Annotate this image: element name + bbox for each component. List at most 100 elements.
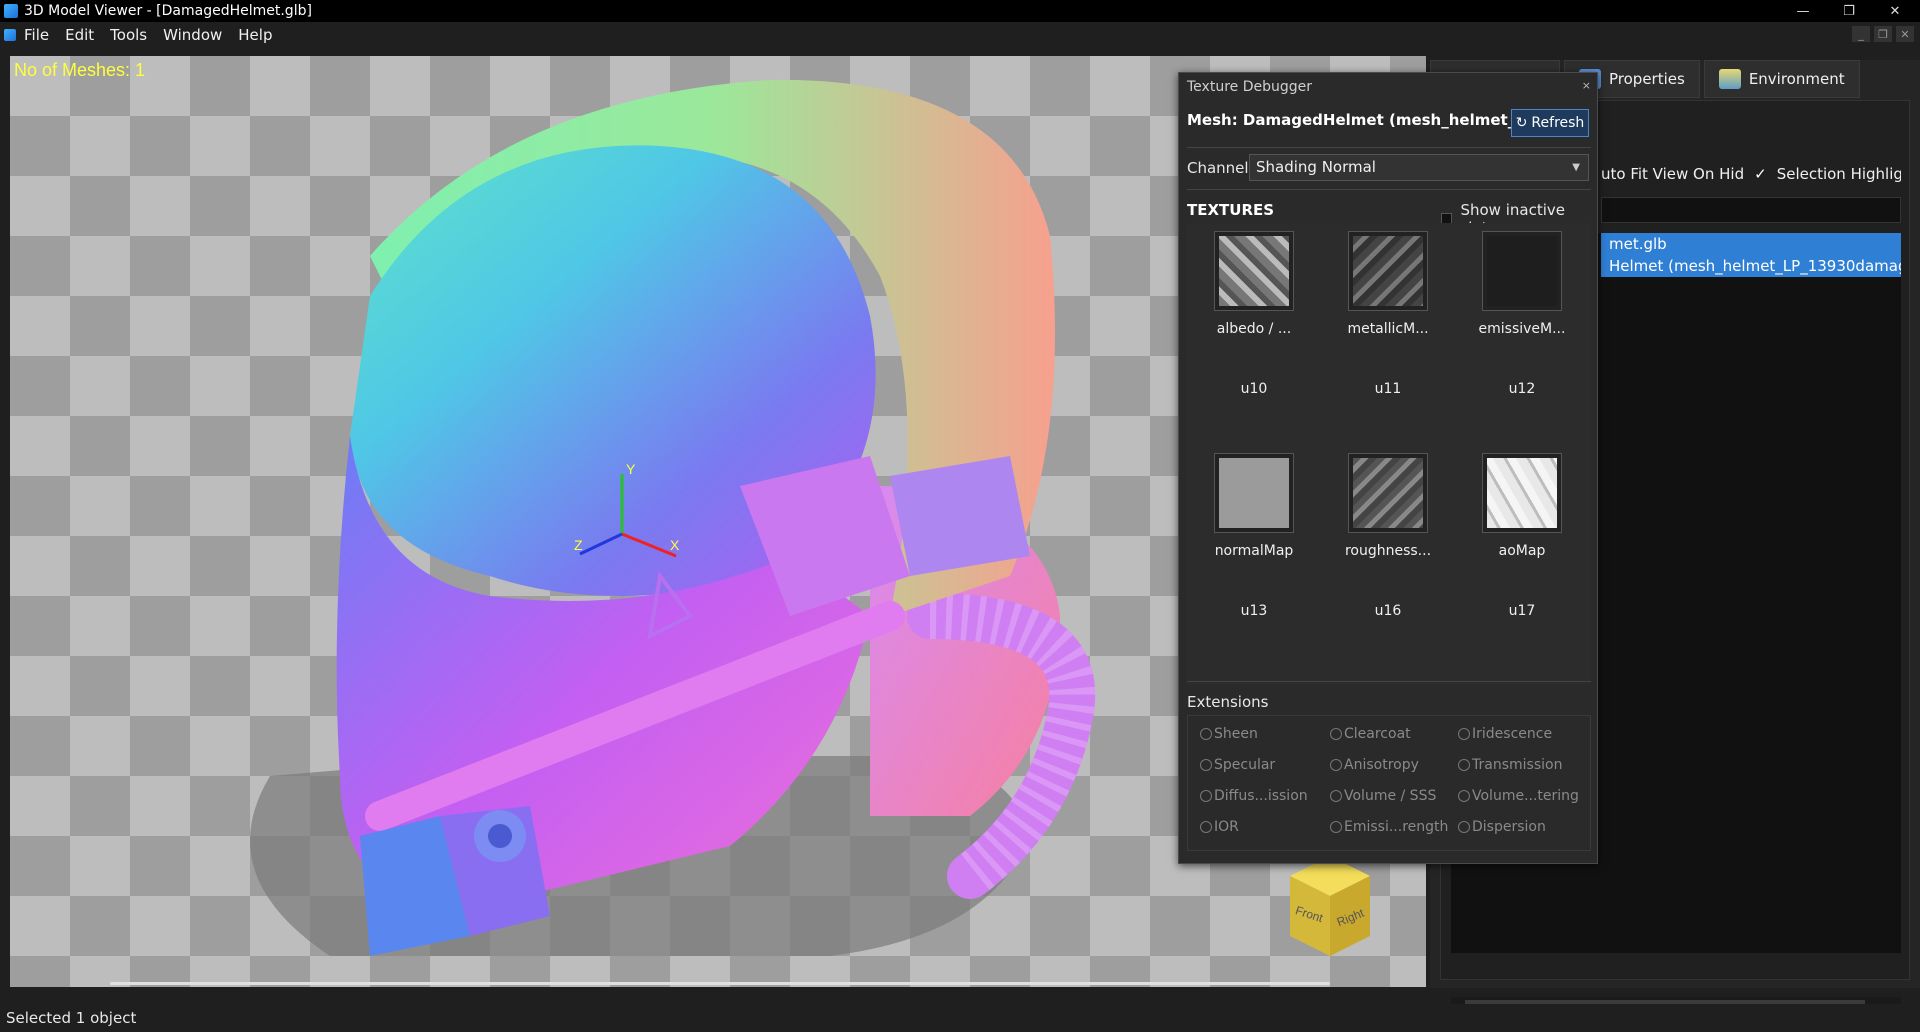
ext-iridescence: Iridescence: [1458, 726, 1552, 742]
menu-help[interactable]: Help: [238, 26, 272, 44]
window-title: 3D Model Viewer - [DamagedHelmet.glb]: [24, 3, 312, 19]
texture-uniform: u16: [1374, 603, 1402, 619]
texture-thumbnail[interactable]: [1482, 453, 1562, 533]
viewport-scrollbar[interactable]: [110, 982, 1330, 985]
mdi-restore-icon[interactable]: ❐: [1874, 26, 1892, 42]
texture-slot[interactable]: albedo / ... u10: [1187, 231, 1321, 397]
view-options: uto Fit View On Hid ✓ Selection Highligh…: [1601, 165, 1901, 183]
texture-grid: albedo / ... u10 metallicM... u11 emissi…: [1187, 223, 1591, 685]
texture-name: emissiveM...: [1478, 321, 1566, 337]
texture-debugger-panel: Texture Debugger × Mesh: DamagedHelmet (…: [1178, 72, 1598, 864]
tree-item-file[interactable]: met.glb: [1601, 233, 1901, 255]
ext-clearcoat: Clearcoat: [1330, 726, 1411, 742]
texture-name: normalMap: [1214, 543, 1294, 559]
textures-heading: TEXTURES: [1187, 201, 1275, 219]
auto-fit-option[interactable]: uto Fit View On Hid: [1601, 165, 1744, 183]
checkmark-icon[interactable]: ✓: [1754, 165, 1767, 183]
radio-icon: [1200, 759, 1212, 771]
texture-uniform: u13: [1240, 603, 1268, 619]
radio-icon: [1330, 759, 1342, 771]
extensions-heading: Extensions: [1187, 693, 1269, 711]
texture-uniform: u17: [1508, 603, 1536, 619]
texture-slot[interactable]: aoMap u17: [1455, 453, 1589, 619]
axis-label-y: Y: [626, 461, 636, 477]
title-bar: 3D Model Viewer - [DamagedHelmet.glb]: [0, 0, 1920, 22]
ext-volume-sss: Volume / SSS: [1330, 788, 1436, 804]
window-controls: — ❐ ✕: [1780, 0, 1918, 22]
restore-button[interactable]: ❐: [1826, 0, 1872, 22]
radio-icon: [1458, 790, 1470, 802]
menu-file[interactable]: File: [24, 26, 49, 44]
chevron-down-icon: ▼: [1572, 162, 1580, 173]
mdi-close-icon[interactable]: ✕: [1896, 26, 1914, 42]
texture-slot[interactable]: normalMap u13: [1187, 453, 1321, 619]
ext-anisotropy: Anisotropy: [1330, 757, 1419, 773]
extensions-grid: Sheen Clearcoat Iridescence Specular Ani…: [1187, 715, 1591, 851]
mdi-controls: _ ❐ ✕: [1852, 26, 1914, 42]
ext-dispersion: Dispersion: [1458, 819, 1546, 835]
radio-icon: [1200, 821, 1212, 833]
channel-label: Channel:: [1187, 159, 1254, 177]
texture-name: aoMap: [1498, 543, 1546, 559]
environment-icon: [1718, 69, 1741, 89]
texture-name: roughness...: [1344, 543, 1432, 559]
mesh-name: Mesh: DamagedHelmet (mesh_helmet_LP_13: [1187, 111, 1511, 129]
texture-thumbnail[interactable]: [1214, 453, 1294, 533]
channel-select[interactable]: Shading Normal ▼: [1249, 154, 1589, 181]
texture-thumbnail[interactable]: [1482, 231, 1562, 311]
texture-slot[interactable]: metallicM... u11: [1321, 231, 1455, 397]
tree-filter-input[interactable]: [1601, 197, 1901, 223]
tab-environment[interactable]: Environment: [1703, 60, 1860, 98]
view-cube[interactable]: Front Right: [1280, 856, 1380, 966]
menu-tools[interactable]: Tools: [110, 26, 147, 44]
ext-diffuse-transmission: Diffus...ission: [1200, 788, 1308, 804]
divider: [1187, 147, 1591, 148]
radio-icon: [1458, 821, 1470, 833]
selection-highlighting-option[interactable]: Selection Highlightin: [1777, 165, 1901, 183]
close-icon[interactable]: ×: [1582, 79, 1591, 92]
mdi-minimize-icon[interactable]: _: [1852, 26, 1870, 42]
close-button[interactable]: ✕: [1872, 0, 1918, 22]
texture-uniform: u12: [1508, 381, 1536, 397]
radio-icon: [1330, 821, 1342, 833]
radio-icon: [1330, 790, 1342, 802]
tree-item-mesh[interactable]: Helmet (mesh_helmet_LP_13930damagedHel: [1601, 255, 1901, 277]
tab-environment-label: Environment: [1748, 70, 1845, 88]
app-icon: [4, 4, 18, 18]
mesh-count: No of Meshes: 1: [14, 60, 146, 80]
radio-icon: [1458, 759, 1470, 771]
texture-uniform: u11: [1374, 381, 1402, 397]
texture-name: albedo / ...: [1216, 321, 1292, 337]
texture-debugger-title: Texture Debugger: [1187, 79, 1312, 95]
texture-name: metallicM...: [1347, 321, 1429, 337]
axis-label-x: X: [670, 537, 680, 553]
menu-bar: File Edit Tools Window Help: [0, 22, 1920, 48]
channel-value: Shading Normal: [1256, 158, 1376, 176]
status-bar: Selected 1 object: [0, 1004, 1920, 1032]
texture-uniform: u10: [1240, 381, 1268, 397]
ext-specular: Specular: [1200, 757, 1275, 773]
texture-slot[interactable]: emissiveM... u12: [1455, 231, 1589, 397]
refresh-label: Refresh: [1531, 115, 1585, 131]
radio-icon: [1200, 728, 1212, 740]
ext-transmission: Transmission: [1458, 757, 1562, 773]
texture-thumbnail[interactable]: [1348, 231, 1428, 311]
texture-slot[interactable]: roughness... u16: [1321, 453, 1455, 619]
texture-thumbnail[interactable]: [1348, 453, 1428, 533]
refresh-icon: ↻: [1515, 115, 1528, 131]
axis-label-z: Z: [574, 537, 583, 553]
menu-window[interactable]: Window: [163, 26, 222, 44]
divider: [1187, 189, 1591, 190]
tab-properties-label: Properties: [1609, 70, 1685, 88]
ext-ior: IOR: [1200, 819, 1239, 835]
ext-volume-scattering: Volume...tering: [1458, 788, 1579, 804]
ext-sheen: Sheen: [1200, 726, 1258, 742]
divider: [1187, 681, 1591, 682]
radio-icon: [1330, 728, 1342, 740]
minimize-button[interactable]: —: [1780, 0, 1826, 22]
texture-thumbnail[interactable]: [1214, 231, 1294, 311]
texture-debugger-header[interactable]: Texture Debugger ×: [1179, 73, 1597, 101]
radio-icon: [1200, 790, 1212, 802]
refresh-button[interactable]: ↻ Refresh: [1511, 109, 1589, 137]
menu-edit[interactable]: Edit: [65, 26, 94, 44]
